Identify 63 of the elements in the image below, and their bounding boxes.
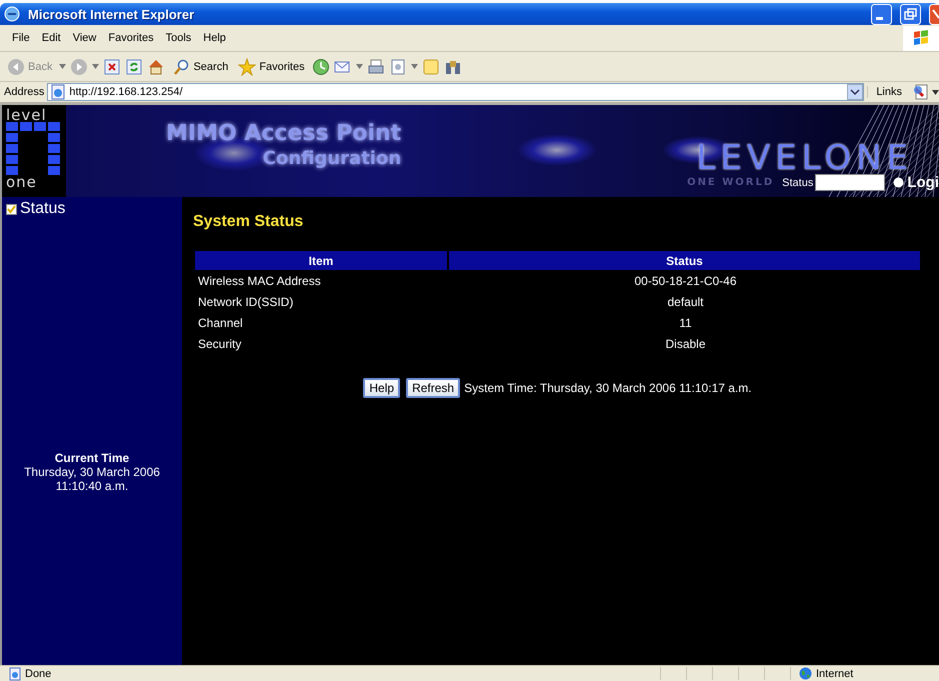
printer-icon[interactable] [366,58,385,76]
page-icon [50,84,66,100]
dropdown-icon[interactable] [932,90,939,94]
table-cell-text: Security [197,336,242,352]
close-button[interactable] [929,4,939,24]
table-cell: 00-50-18-21-C0-46 [448,270,920,291]
menu-item[interactable]: Tools [160,30,198,46]
refresh-button[interactable]: Refresh [406,378,460,398]
menu-item[interactable]: Help [197,30,232,46]
menu-item[interactable]: Favorites [102,30,160,46]
app-icon [4,6,20,22]
clock-title: Current Time [54,451,130,465]
banner-subtitle: Configuration [262,148,402,169]
system-time: System Time: Thursday, 30 March 2006 11:10:17 a.m. [464,381,752,395]
flag-icon [913,30,929,46]
page-icon [8,666,22,680]
logo-text: level [6,109,47,122]
window-title: Microsoft Internet Explorer [28,6,196,22]
address-label: Address [4,86,44,98]
menu-item[interactable]: Edit [36,30,67,46]
favorites-button[interactable]: Favorites [235,56,308,78]
status-label: Status [782,176,814,188]
column-header: Item [195,251,448,270]
history-icon[interactable] [312,58,330,76]
menu-item[interactable]: File [6,30,36,46]
clock-time: 11:10:40 a.m. [56,479,128,493]
menu-item[interactable]: View [66,30,102,46]
minimize-button[interactable] [871,4,892,24]
column-header: Status [448,251,920,270]
note-icon[interactable] [422,58,440,76]
check-icon [6,204,17,214]
stop-icon[interactable] [103,58,122,76]
table-cell-text: Channel [197,314,244,332]
home-icon[interactable] [147,58,166,76]
status-field[interactable] [815,174,886,191]
table-cell-text: Disable [664,336,707,352]
zone-text: Internet [816,668,854,680]
status-text: Done [25,668,52,680]
sidebar-item[interactable]: Status [2,200,182,218]
star-icon [238,58,256,76]
help-button[interactable]: Help [363,378,400,398]
tagline: ONE WORLD [687,177,774,188]
refresh-icon[interactable] [125,58,144,76]
pdf-icon[interactable] [913,84,929,100]
dropdown-icon[interactable] [847,84,864,100]
restore-button[interactable] [900,4,921,24]
banner-title: MIMO Access Point [166,121,402,146]
table-cell-text: 11 [678,314,693,332]
globe-icon [799,667,812,680]
logo-icon [6,122,60,176]
logo-text: one [6,176,37,189]
address-field[interactable]: http://192.168.123.254/ [47,83,864,101]
page-icon[interactable] [388,58,407,76]
radio-button[interactable] [893,177,904,188]
search-button[interactable]: Search [169,56,232,78]
table-cell: Wireless MAC Address [195,270,448,291]
table-cell-text: default [666,294,705,310]
page-heading: System Status [193,213,304,231]
back-icon [7,58,25,76]
links-button[interactable]: Links [867,86,910,98]
search-icon [172,58,190,76]
clock-date: Thursday, 30 March 2006 [24,465,160,479]
table-cell-text: Network ID(SSID) [197,294,294,310]
